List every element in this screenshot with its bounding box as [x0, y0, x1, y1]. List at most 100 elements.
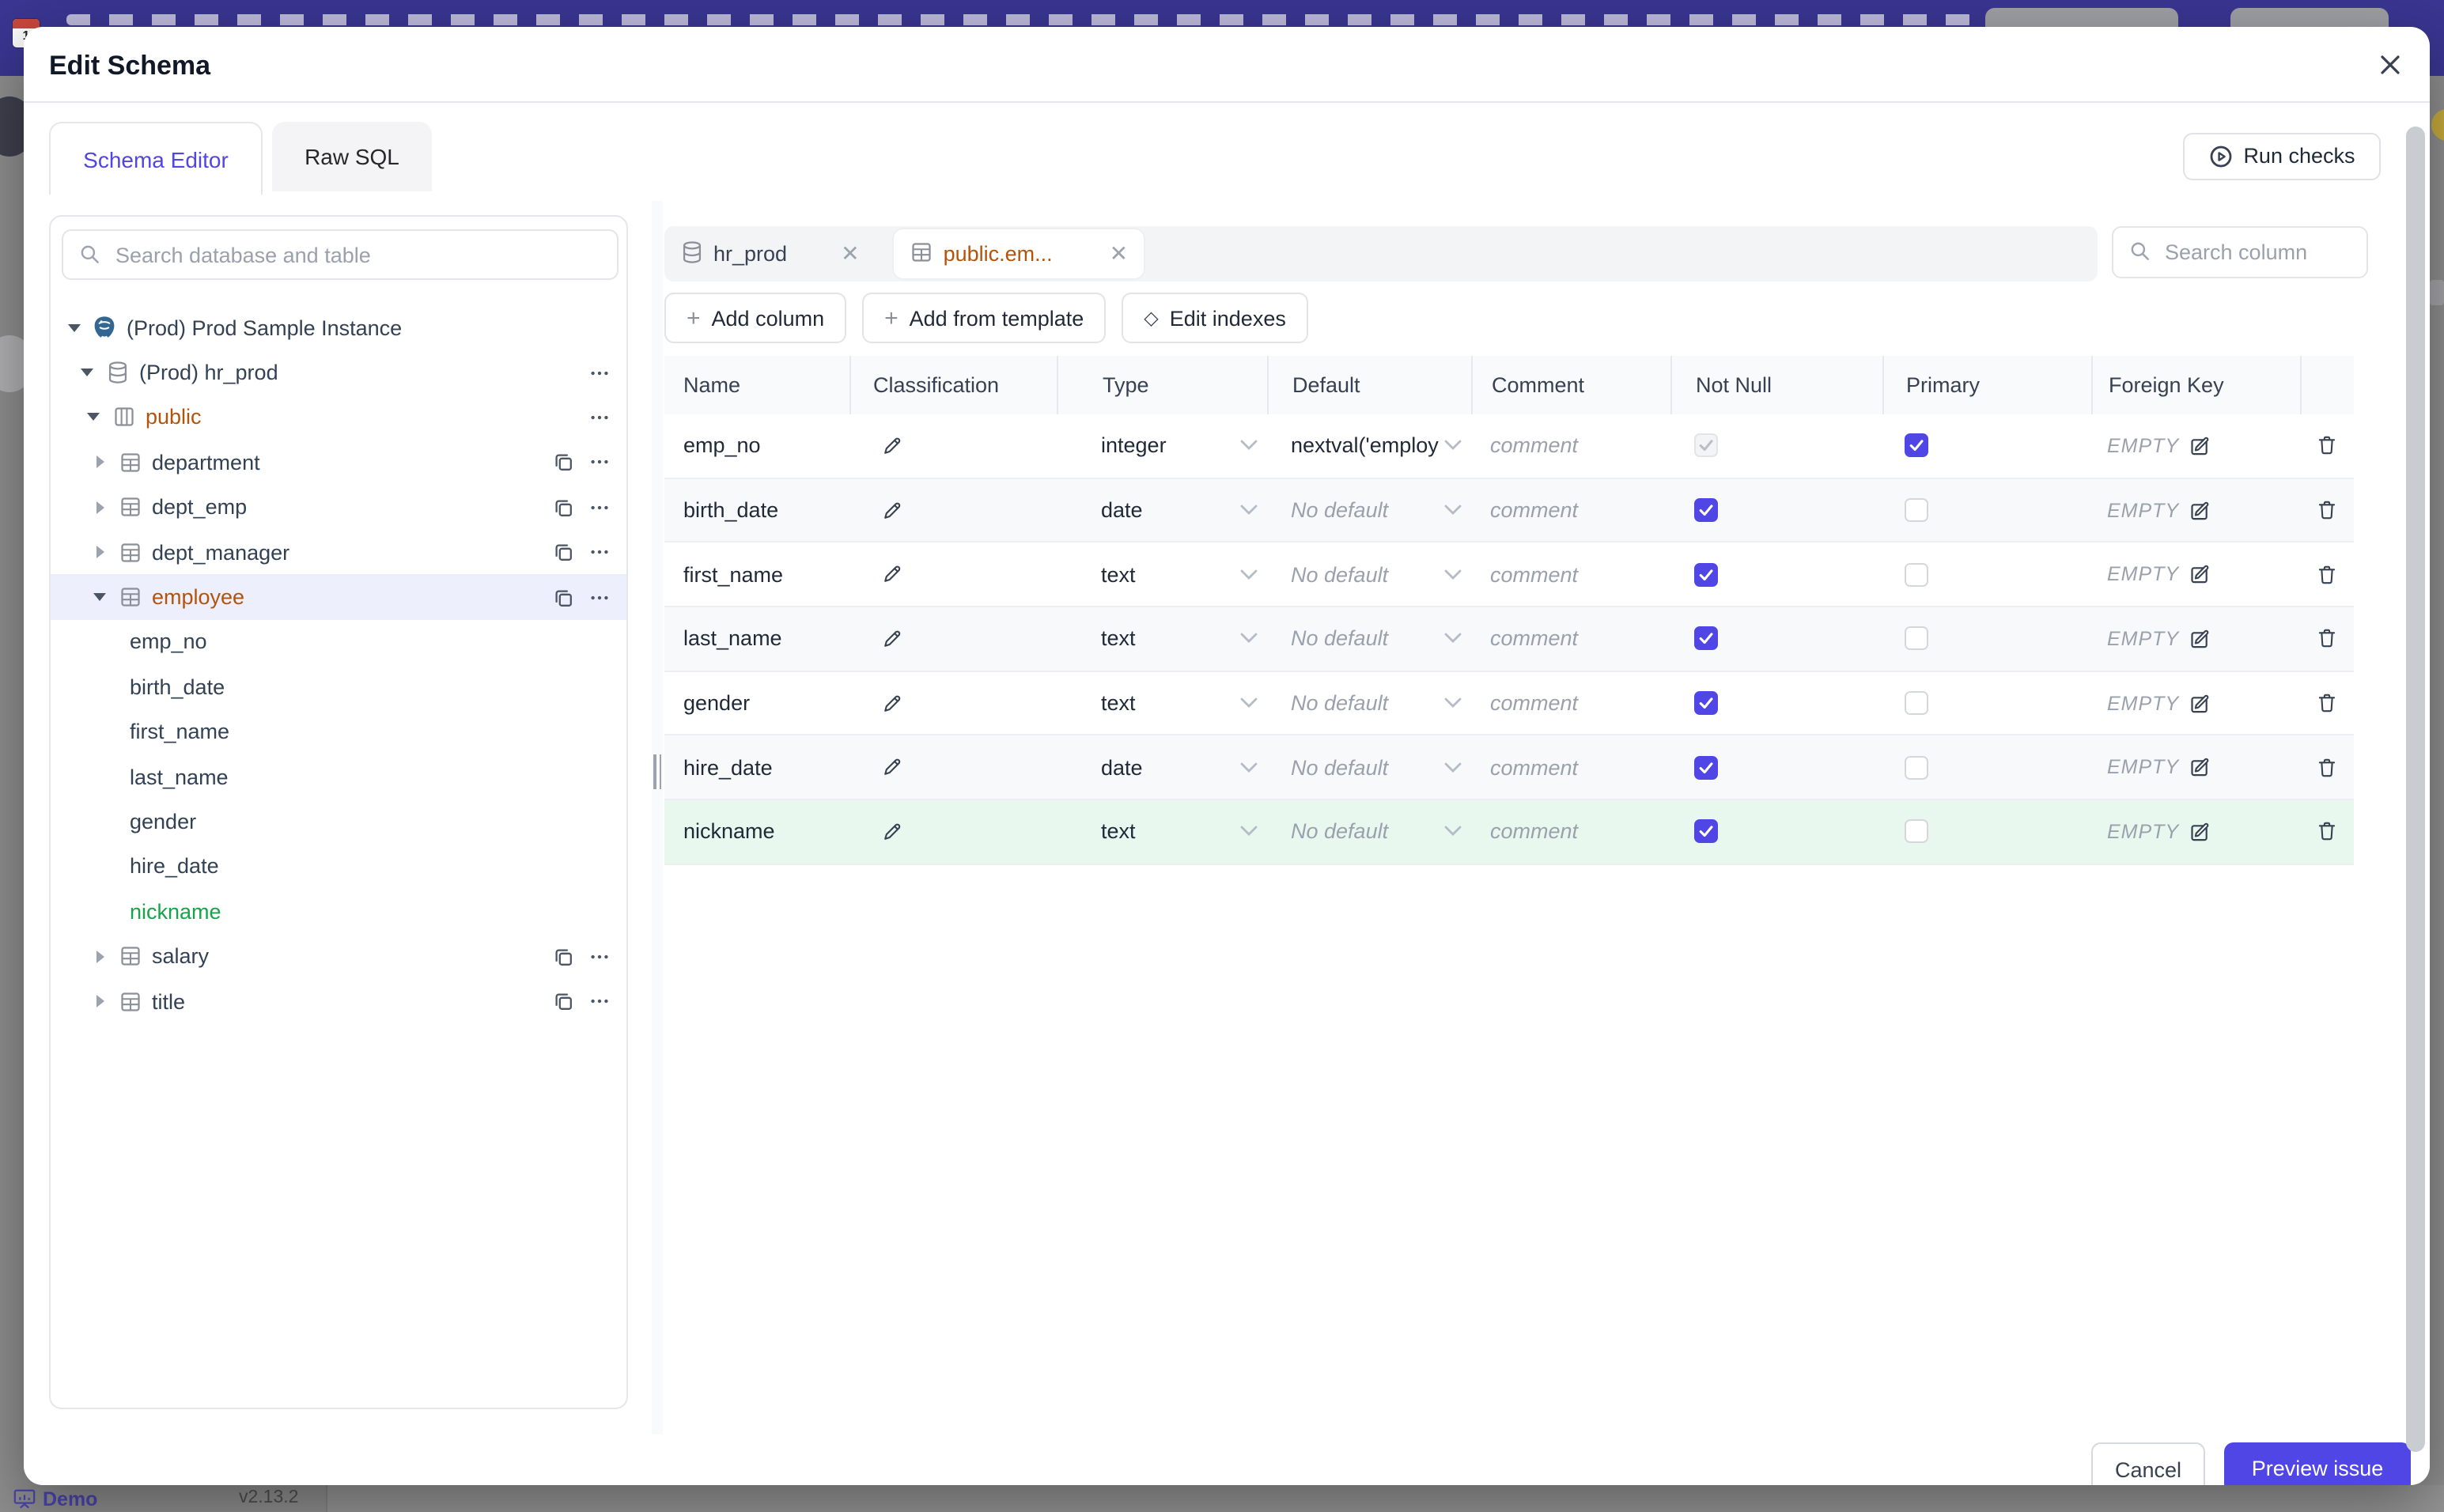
checkbox-unchecked[interactable] [1905, 819, 1928, 844]
more-menu-icon[interactable] [588, 406, 611, 429]
add-from-template-button[interactable]: + Add from template [862, 293, 1107, 343]
tab-chip-hr-prod[interactable]: hr_prod ✕ [664, 226, 876, 282]
panel-resizer[interactable] [652, 200, 663, 1434]
tree-item-salary[interactable]: salary [51, 934, 626, 979]
default-select[interactable]: No default [1267, 672, 1471, 735]
tree-item--prod-prod-sample-instance[interactable]: (Prod) Prod Sample Instance [51, 305, 626, 350]
type-select[interactable]: text [1057, 800, 1267, 863]
default-select[interactable]: No default [1267, 543, 1471, 606]
demo-link[interactable]: Demo [13, 1487, 97, 1510]
type-select[interactable]: date [1057, 478, 1267, 541]
column-search[interactable] [2111, 225, 2367, 278]
copy-icon[interactable] [552, 497, 574, 519]
type-select[interactable]: text [1057, 672, 1267, 735]
tree-item-public[interactable]: public [51, 395, 626, 440]
default-select[interactable]: No default [1267, 478, 1471, 541]
tree-item-employee[interactable]: employee [51, 574, 626, 620]
caret-right-icon[interactable] [92, 501, 108, 514]
caret-down-icon[interactable] [79, 369, 95, 377]
tab-raw-sql[interactable]: Raw SQL [272, 122, 432, 191]
column-name-cell[interactable]: hire_date [664, 736, 849, 799]
checkbox-unchecked[interactable] [1905, 755, 1928, 780]
edit-fk-icon[interactable] [2189, 757, 2211, 779]
checkbox-checked[interactable] [1694, 819, 1718, 844]
close-icon[interactable]: ✕ [841, 240, 859, 267]
pencil-icon[interactable] [881, 628, 903, 650]
tree-item-emp_no[interactable]: emp_no [51, 619, 626, 664]
edit-fk-icon[interactable] [2189, 692, 2211, 714]
edit-indexes-button[interactable]: ◇ Edit indexes [1122, 293, 1308, 343]
caret-right-icon[interactable] [92, 546, 108, 559]
checkbox-checked[interactable] [1694, 626, 1718, 651]
more-menu-icon[interactable] [588, 541, 611, 563]
preview-issue-button[interactable]: Preview issue [2224, 1442, 2411, 1485]
tree-item-gender[interactable]: gender [51, 799, 626, 845]
modal-scrollbar[interactable] [2406, 126, 2425, 1451]
default-select[interactable]: No default [1267, 800, 1471, 863]
checkbox-disabled-checked[interactable] [1694, 433, 1718, 458]
tree-item-dept_emp[interactable]: dept_emp [51, 485, 626, 530]
pencil-icon[interactable] [881, 757, 903, 779]
more-menu-icon[interactable] [588, 497, 611, 519]
more-menu-icon[interactable] [588, 361, 611, 384]
trash-icon[interactable] [2316, 691, 2338, 715]
trash-icon[interactable] [2316, 498, 2338, 522]
checkbox-unchecked[interactable] [1905, 691, 1928, 716]
caret-down-icon[interactable] [92, 593, 108, 602]
tree-item-hire_date[interactable]: hire_date [51, 844, 626, 889]
checkbox-unchecked[interactable] [1905, 562, 1928, 587]
copy-icon[interactable] [552, 945, 574, 967]
trash-icon[interactable] [2316, 756, 2338, 780]
type-select[interactable]: integer [1057, 414, 1267, 477]
column-name-cell[interactable]: gender [664, 672, 849, 735]
trash-icon[interactable] [2316, 562, 2338, 586]
comment-input[interactable]: comment [1471, 414, 1670, 477]
tab-schema-editor[interactable]: Schema Editor [49, 122, 263, 195]
comment-input[interactable]: comment [1471, 478, 1670, 541]
copy-icon[interactable] [552, 541, 574, 563]
more-menu-icon[interactable] [588, 586, 611, 608]
tree-item-nickname[interactable]: nickname [51, 889, 626, 934]
checkbox-unchecked[interactable] [1905, 626, 1928, 651]
column-name-cell[interactable]: nickname [664, 800, 849, 863]
caret-down-icon[interactable] [85, 413, 101, 421]
type-select[interactable]: text [1057, 607, 1267, 670]
cancel-button[interactable]: Cancel [2091, 1442, 2205, 1485]
tree-item-first_name[interactable]: first_name [51, 709, 626, 754]
comment-input[interactable]: comment [1471, 736, 1670, 799]
default-select[interactable]: No default [1267, 736, 1471, 799]
tree-search[interactable] [62, 229, 619, 280]
tab-chip-public-employee[interactable]: public.em... ✕ [894, 229, 1144, 278]
tree-item-department[interactable]: department [51, 440, 626, 485]
pencil-icon[interactable] [881, 563, 903, 585]
close-icon[interactable] [2373, 47, 2408, 81]
comment-input[interactable]: comment [1471, 800, 1670, 863]
type-select[interactable]: text [1057, 543, 1267, 606]
pencil-icon[interactable] [881, 692, 903, 714]
caret-right-icon[interactable] [92, 455, 108, 469]
column-name-cell[interactable]: birth_date [664, 478, 849, 541]
tree-item-last_name[interactable]: last_name [51, 754, 626, 799]
checkbox-checked[interactable] [1694, 755, 1718, 780]
default-select[interactable]: nextval('employ [1267, 414, 1471, 477]
close-icon[interactable]: ✕ [1110, 240, 1128, 267]
more-menu-icon[interactable] [588, 990, 611, 1012]
pencil-icon[interactable] [881, 435, 903, 457]
column-search-input[interactable] [2162, 238, 2350, 265]
column-name-cell[interactable]: last_name [664, 607, 849, 670]
trash-icon[interactable] [2316, 820, 2338, 844]
tree-item-dept_manager[interactable]: dept_manager [51, 530, 626, 575]
checkbox-checked[interactable] [1694, 691, 1718, 716]
comment-input[interactable]: comment [1471, 543, 1670, 606]
edit-fk-icon[interactable] [2189, 435, 2211, 457]
tree-item-birth_date[interactable]: birth_date [51, 664, 626, 709]
edit-fk-icon[interactable] [2189, 821, 2211, 843]
type-select[interactable]: date [1057, 736, 1267, 799]
pencil-icon[interactable] [881, 821, 903, 843]
caret-down-icon[interactable] [66, 323, 82, 332]
run-checks-button[interactable]: Run checks [2183, 132, 2381, 180]
add-column-button[interactable]: + Add column [664, 293, 847, 343]
checkbox-checked[interactable] [1694, 562, 1718, 587]
resize-handle-icon[interactable] [653, 754, 661, 788]
copy-icon[interactable] [552, 586, 574, 608]
